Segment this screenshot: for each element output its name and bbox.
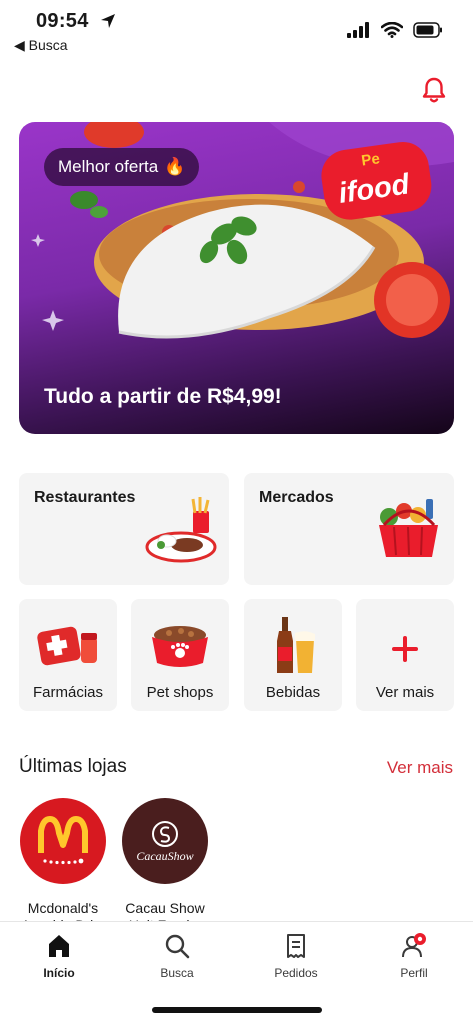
tab-search-label: Busca (160, 966, 194, 980)
tab-orders-label: Pedidos (274, 966, 318, 980)
tab-profile[interactable]: Perfil (369, 932, 459, 980)
location-arrow-icon (101, 14, 115, 28)
best-offer-badge-label: Melhor oferta (58, 157, 159, 176)
cacau-show-emblem-icon (152, 820, 178, 847)
tab-search[interactable]: Busca (132, 932, 222, 980)
store-cacau-show[interactable]: CacauShow Cacau Show Unit Fund... (120, 798, 210, 934)
notification-bell-icon[interactable] (421, 76, 447, 104)
tab-home-label: Início (43, 966, 75, 980)
battery-icon (413, 22, 442, 38)
category-restaurants[interactable]: Restaurantes (19, 473, 229, 585)
banner-logo-prefix: Pe (360, 150, 381, 169)
category-restaurants-label: Restaurantes (34, 489, 136, 506)
recent-stores-see-more-link[interactable]: Ver mais (387, 758, 453, 778)
tab-home[interactable]: Início (14, 932, 104, 980)
category-pet-shops-label: Pet shops (146, 684, 214, 701)
best-offer-badge: Melhor oferta 🔥 (44, 148, 200, 186)
category-pet-shops[interactable]: Pet shops (131, 599, 229, 711)
status-bar: 09:54 ◀ Busca (0, 0, 473, 58)
search-icon (165, 934, 190, 959)
restaurant-plate-icon (145, 497, 217, 563)
category-see-more[interactable]: Ver mais (356, 599, 454, 711)
promo-banner[interactable]: Pe ifood Melhor oferta 🔥 Tudo a partir d… (19, 122, 454, 434)
wifi-icon (381, 22, 403, 38)
tab-orders[interactable]: Pedidos (251, 932, 341, 980)
grocery-basket-icon (379, 499, 438, 557)
profile-icon (402, 933, 426, 958)
category-markets[interactable]: Mercados (244, 473, 454, 585)
category-drinks-label: Bebidas (265, 684, 321, 701)
mcdonalds-logo (20, 798, 106, 884)
cacau-show-logo-text: CacauShow (136, 848, 194, 863)
status-icons (347, 22, 443, 38)
first-aid-kit-icon (37, 626, 97, 666)
store-cacau-show-name-line1: Cacau Show (125, 900, 205, 916)
golden-arches-icon (38, 816, 88, 865)
pet-bowl-icon (152, 626, 208, 667)
category-pharmacies-label: Farmácias (32, 684, 103, 701)
recent-stores-title: Últimas lojas (19, 756, 127, 777)
store-mcdonalds[interactable]: Mcdonald's Avenida Dri... (18, 798, 108, 934)
back-to-app-link[interactable]: ◀ Busca (14, 37, 68, 54)
category-see-more-label: Ver mais (375, 684, 435, 701)
status-time: 09:54 (36, 10, 89, 32)
cacau-show-logo: CacauShow (122, 798, 208, 884)
tab-profile-label: Perfil (400, 966, 428, 980)
category-markets-label: Mercados (259, 489, 334, 506)
banner-title: Tudo a partir de R$4,99! (44, 385, 282, 408)
receipt-icon (287, 934, 305, 958)
category-pharmacies[interactable]: Farmácias (19, 599, 117, 711)
plus-icon (392, 636, 418, 662)
cellular-signal-icon (347, 22, 369, 38)
home-icon (49, 935, 69, 957)
fire-icon: 🔥 (164, 157, 186, 176)
beer-bottle-glass-icon (277, 617, 315, 673)
home-indicator[interactable] (152, 1007, 322, 1013)
store-mcdonalds-name-line1: Mcdonald's (27, 900, 99, 916)
category-drinks[interactable]: Bebidas (244, 599, 342, 711)
